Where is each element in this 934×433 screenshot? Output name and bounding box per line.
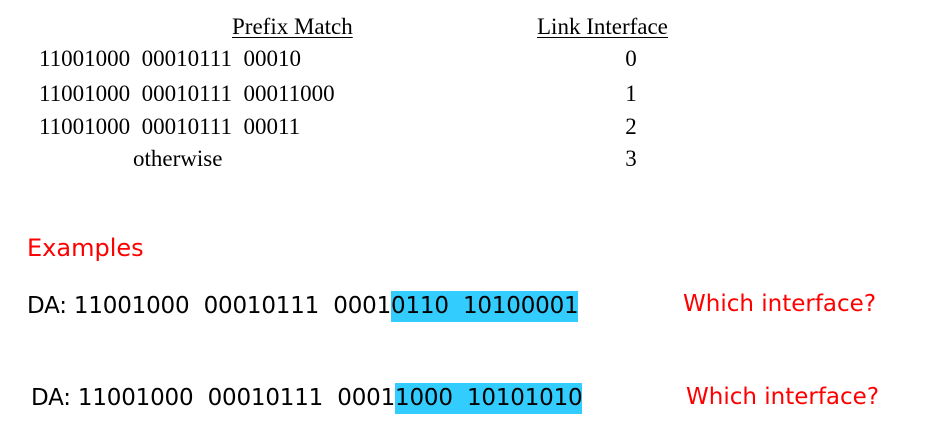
examples-title: Examples: [27, 234, 144, 262]
table-row-prefix: 11001000 00010111 00010: [39, 46, 301, 71]
da-plain-bits: 11001000 00010111 0001: [73, 293, 392, 319]
table-row-prefix: otherwise: [133, 146, 223, 171]
da-highlighted-bits: 0110 10100001: [391, 291, 579, 322]
da-label: DA:: [27, 293, 74, 319]
table-row-prefix: 11001000 00010111 00011000: [39, 81, 335, 106]
which-interface-question: Which interface?: [683, 291, 877, 317]
da-plain-bits: 11001000 00010111 0001: [77, 385, 396, 411]
da-highlighted-bits: 1000 10101010: [395, 383, 583, 414]
example-address-line: DA: 11001000 00010111 00010110 10100001: [27, 291, 579, 322]
prefix-match-header: Prefix Match: [232, 14, 353, 39]
da-label: DA:: [31, 385, 78, 411]
table-row-interface: 3: [625, 146, 637, 171]
link-interface-header: Link Interface: [537, 14, 668, 39]
table-row-prefix: 11001000 00010111 00011: [39, 114, 301, 139]
example-address-line: DA: 11001000 00010111 00011000 10101010: [31, 383, 583, 414]
table-row-interface: 0: [625, 46, 637, 71]
table-row-interface: 2: [625, 114, 637, 139]
which-interface-question: Which interface?: [686, 384, 880, 410]
table-row-interface: 1: [625, 81, 637, 106]
